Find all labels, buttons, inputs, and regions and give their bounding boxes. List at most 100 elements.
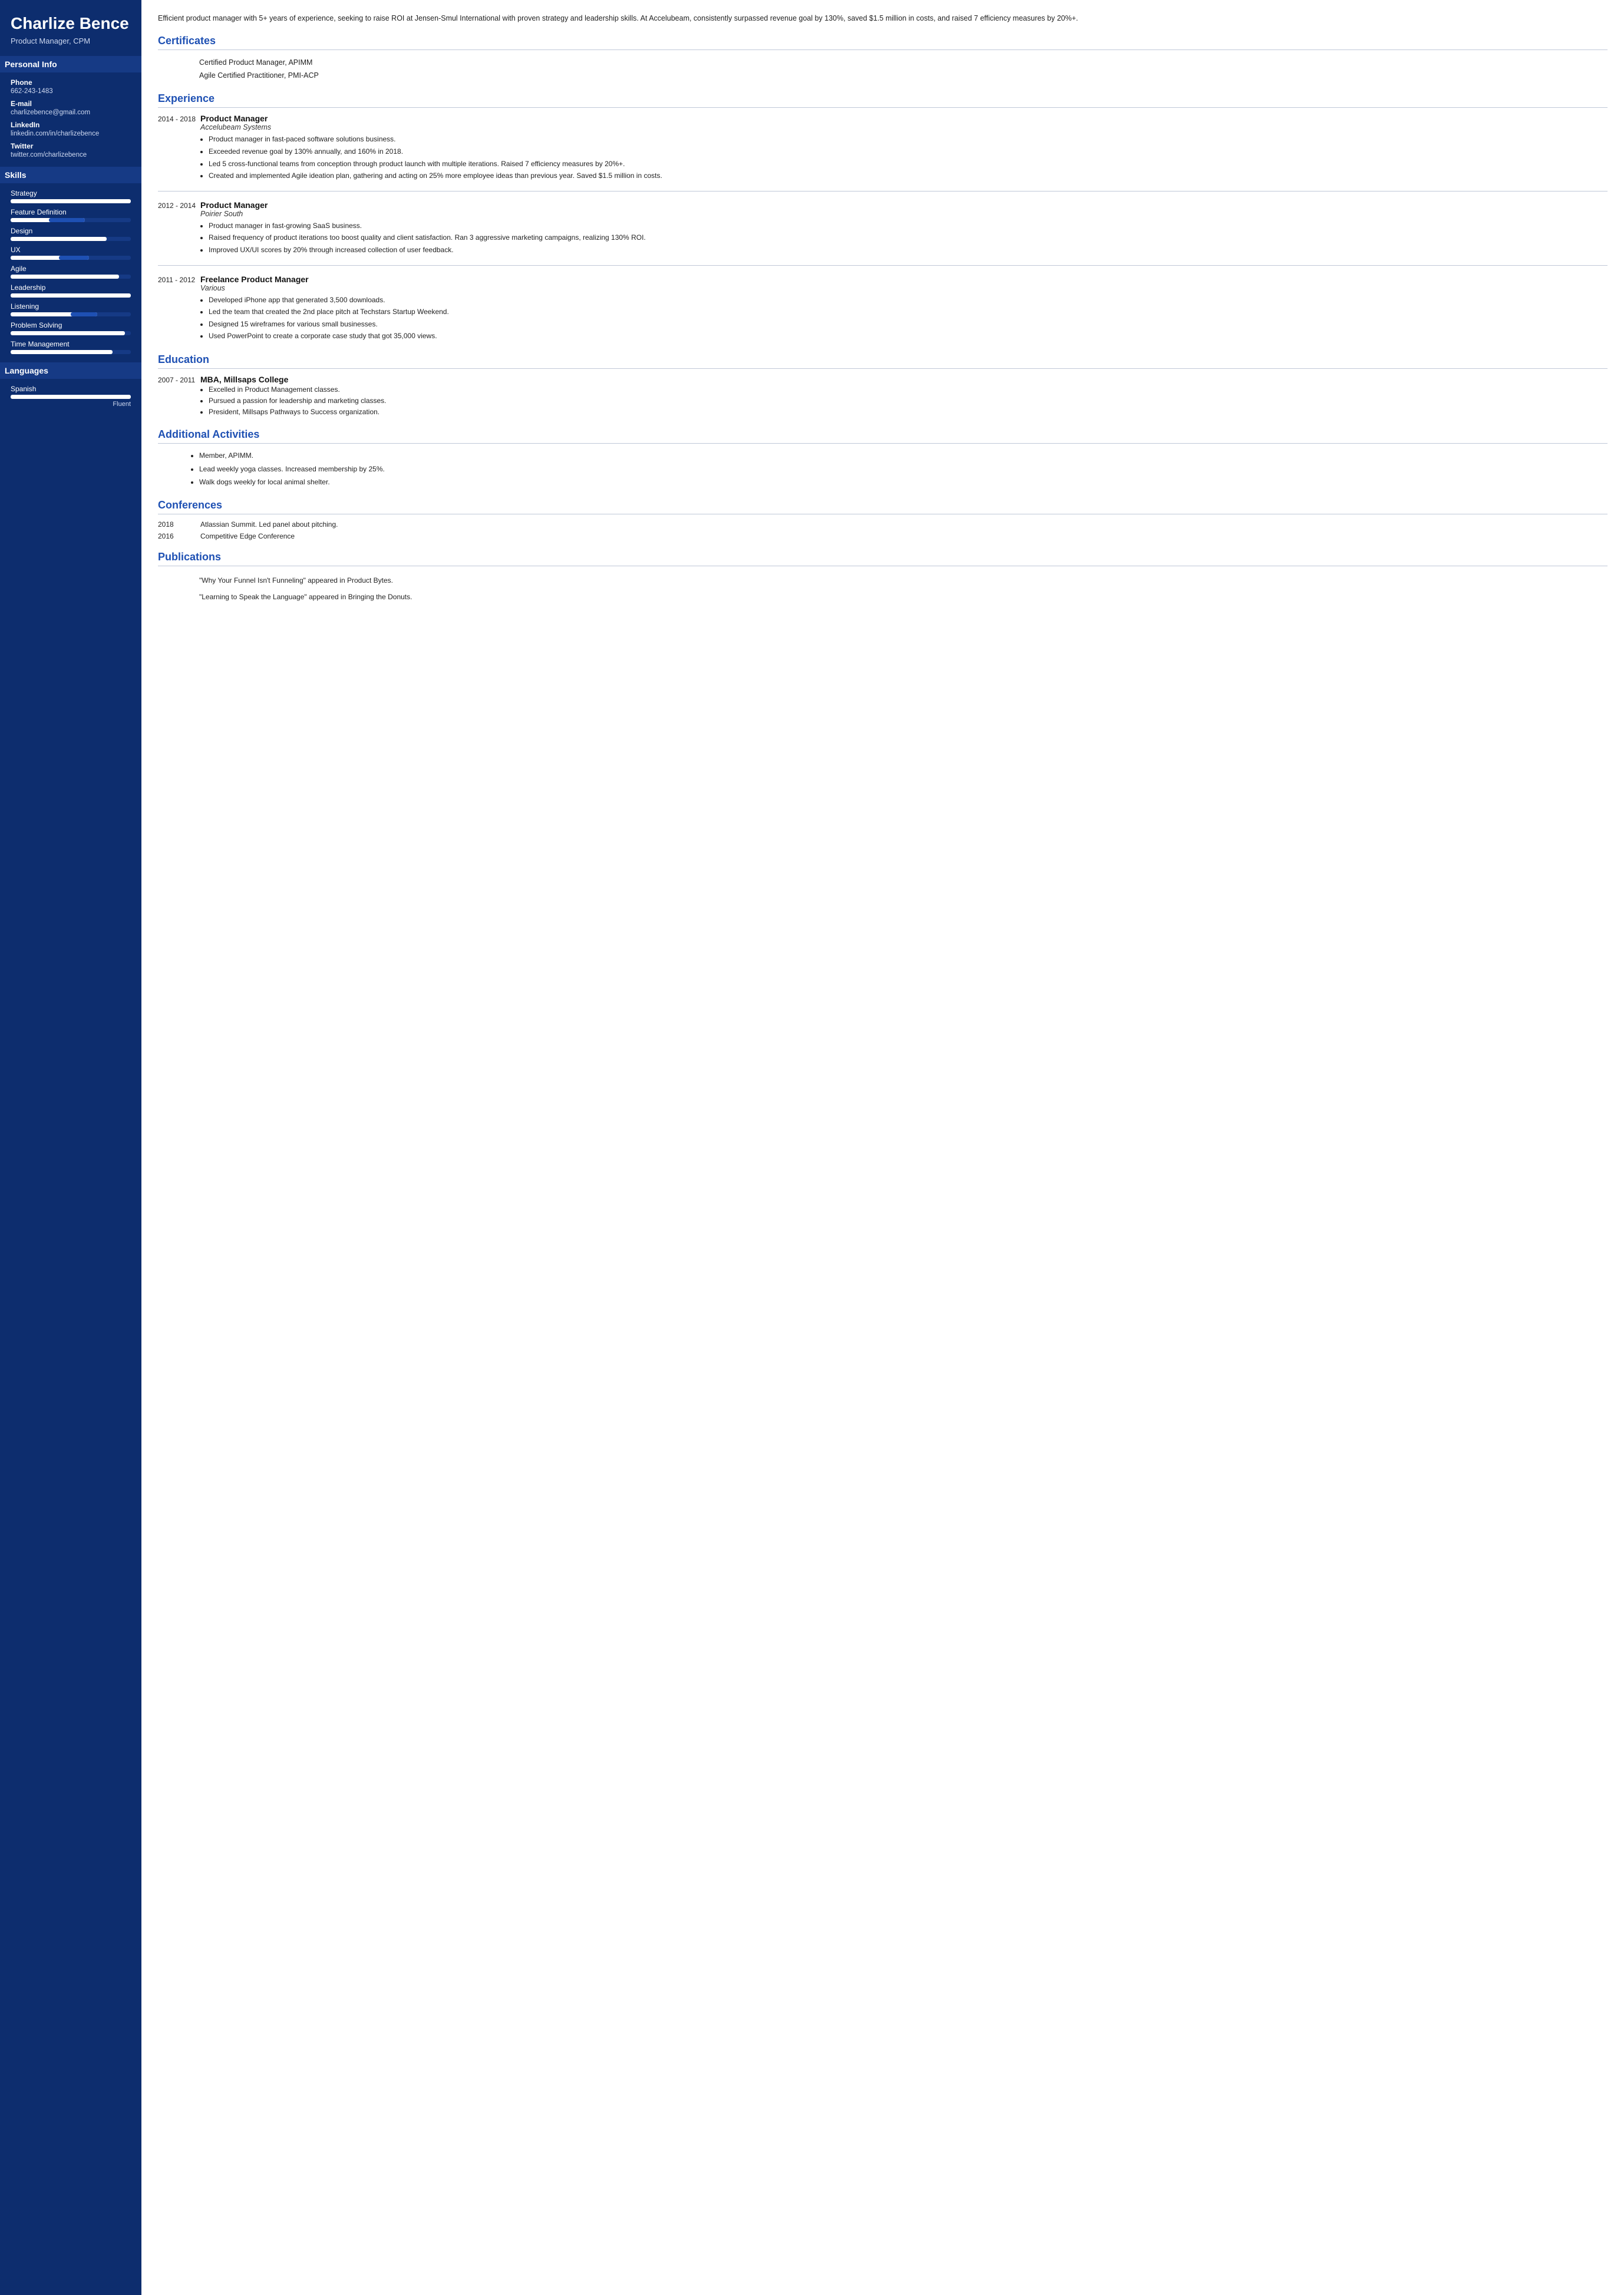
- experience-bullets: Product manager in fast-paced software s…: [200, 134, 1608, 181]
- field-label-e-mail: E-mail: [11, 100, 131, 108]
- language-name: Spanish: [11, 385, 131, 393]
- education-content: MBA, Millsaps CollegeExcelled in Product…: [200, 375, 1608, 418]
- personal-info-header: Personal Info: [0, 56, 141, 72]
- conference-year: 2016: [158, 532, 200, 540]
- experience-bullet: Product manager in fast-paced software s…: [209, 134, 1608, 145]
- experience-dates: 2011 - 2012: [158, 275, 200, 343]
- experience-bullet: Improved UX/UI scores by 20% through inc…: [209, 245, 1608, 256]
- experience-content: Product ManagerPoirier South Product mana…: [200, 200, 1608, 257]
- education-dates: 2007 - 2011: [158, 375, 200, 418]
- skill-name: UX: [11, 246, 131, 254]
- publication-item: "Why Your Funnel Isn't Funneling" appear…: [158, 572, 1608, 589]
- certificate-item: Agile Certified Practitioner, PMI-ACP: [158, 69, 1608, 82]
- experience-content: Freelance Product ManagerVarious Develope…: [200, 275, 1608, 343]
- education-list: 2007 - 2011MBA, Millsaps CollegeExcelled…: [158, 375, 1608, 418]
- experience-bullet: Created and implemented Agile ideation p…: [209, 170, 1608, 181]
- skills-header: Skills: [0, 167, 141, 183]
- experience-bullet: Led the team that created the 2nd place …: [209, 306, 1608, 318]
- experience-bullet: Used PowerPoint to create a corporate ca…: [209, 331, 1608, 342]
- conference-row: 2016Competitive Edge Conference: [158, 532, 1608, 540]
- skill-bar: [11, 218, 131, 222]
- education-title: Education: [158, 354, 1608, 369]
- experience-bullet: Developed iPhone app that generated 3,50…: [209, 295, 1608, 306]
- divider: [158, 265, 1608, 266]
- field-label-linkedin: LinkedIn: [11, 121, 131, 129]
- experience-row: 2011 - 2012Freelance Product ManagerVari…: [158, 275, 1608, 343]
- skill-name: Leadership: [11, 283, 131, 292]
- activity-item: Member, APIMM.: [199, 450, 1608, 461]
- field-value-phone: 662-243-1483: [11, 88, 131, 95]
- field-value-e-mail: charlizebence@gmail.com: [11, 109, 131, 116]
- certificates-title: Certificates: [158, 35, 1608, 50]
- skill-name: Agile: [11, 265, 131, 273]
- main-content: Efficient product manager with 5+ years …: [141, 0, 1624, 2295]
- skill-bar: [11, 350, 131, 354]
- skill-name: Feature Definition: [11, 208, 131, 216]
- certificate-item: Certified Product Manager, APIMM: [158, 56, 1608, 69]
- conference-desc: Atlassian Summit. Led panel about pitchi…: [200, 520, 338, 529]
- languages-list: Spanish Fluent: [11, 385, 131, 408]
- candidate-name: Charlize Bence: [11, 14, 131, 33]
- skill-bar: [11, 199, 131, 203]
- education-bullet: President, Millsaps Pathways to Success …: [209, 407, 1608, 418]
- job-title: Freelance Product Manager: [200, 275, 1608, 284]
- field-value-linkedin: linkedin.com/in/charlizebence: [11, 130, 131, 137]
- education-bullet: Excelled in Product Management classes.: [209, 384, 1608, 395]
- experience-bullet: Product manager in fast-growing SaaS bus…: [209, 220, 1608, 232]
- languages-header: Languages: [0, 362, 141, 379]
- field-label-phone: Phone: [11, 78, 131, 87]
- education-bullet: Pursued a passion for leadership and mar…: [209, 395, 1608, 407]
- conference-row: 2018Atlassian Summit. Led panel about pi…: [158, 520, 1608, 529]
- skill-bar: [11, 331, 131, 335]
- experience-bullet: Raised frequency of product iterations t…: [209, 232, 1608, 243]
- publications-title: Publications: [158, 551, 1608, 566]
- company-name: Poirier South: [200, 210, 1608, 218]
- experience-bullet: Exceeded revenue goal by 130% annually, …: [209, 146, 1608, 157]
- experience-dates: 2012 - 2014: [158, 200, 200, 257]
- activity-item: Walk dogs weekly for local animal shelte…: [199, 476, 1608, 488]
- experience-bullet: Designed 15 wireframes for various small…: [209, 319, 1608, 330]
- conference-desc: Competitive Edge Conference: [200, 532, 295, 540]
- summary-text: Efficient product manager with 5+ years …: [158, 13, 1608, 24]
- experience-list: 2014 - 2018 Product Manager Accelubeam Sys…: [158, 114, 1608, 343]
- job-title: Product Manager: [200, 200, 1608, 210]
- field-value-twitter: twitter.com/charlizebence: [11, 151, 131, 158]
- language-bar: [11, 395, 131, 399]
- skill-bar: [11, 293, 131, 298]
- activities-list: Member, APIMM. Lead weekly yoga classes. …: [158, 450, 1608, 488]
- conferences-title: Conferences: [158, 499, 1608, 514]
- degree-title: MBA, Millsaps College: [200, 375, 1608, 384]
- experience-bullets: Developed iPhone app that generated 3,50…: [200, 295, 1608, 342]
- experience-bullet: Led 5 cross-functional teams from concep…: [209, 158, 1608, 170]
- candidate-title: Product Manager, CPM: [11, 37, 131, 45]
- skill-bar: [11, 237, 131, 241]
- skill-name: Listening: [11, 302, 131, 311]
- conferences-list: 2018Atlassian Summit. Led panel about pi…: [158, 520, 1608, 540]
- activities-title: Additional Activities: [158, 428, 1608, 444]
- activity-item: Lead weekly yoga classes. Increased memb…: [199, 463, 1608, 475]
- skill-name: Strategy: [11, 189, 131, 197]
- publications-list: "Why Your Funnel Isn't Funneling" appear…: [158, 572, 1608, 605]
- conference-year: 2018: [158, 520, 200, 529]
- company-name: Accelubeam Systems: [200, 123, 1608, 131]
- experience-row: 2014 - 2018Product ManagerAccelubeam Sys…: [158, 114, 1608, 182]
- education-row: 2007 - 2011MBA, Millsaps CollegeExcelled…: [158, 375, 1608, 418]
- field-label-twitter: Twitter: [11, 142, 131, 150]
- publication-item: "Learning to Speak the Language" appeare…: [158, 589, 1608, 605]
- skill-bar: [11, 256, 131, 260]
- education-bullets: Excelled in Product Management classes.P…: [200, 384, 1608, 418]
- company-name: Various: [200, 284, 1608, 292]
- skill-name: Design: [11, 227, 131, 235]
- experience-bullets: Product manager in fast-growing SaaS bus…: [200, 220, 1608, 256]
- skill-name: Problem Solving: [11, 321, 131, 329]
- language-level: Fluent: [11, 401, 131, 408]
- experience-title: Experience: [158, 93, 1608, 108]
- experience-row: 2012 - 2014Product ManagerPoirier SouthP…: [158, 200, 1608, 257]
- skills-list: Strategy Feature Definition Design UX Agile L…: [11, 189, 131, 354]
- experience-dates: 2014 - 2018: [158, 114, 200, 182]
- skill-bar: [11, 275, 131, 279]
- skill-bar: [11, 312, 131, 316]
- sidebar: Charlize Bence Product Manager, CPM Pers…: [0, 0, 141, 2295]
- skill-name: Time Management: [11, 340, 131, 348]
- certificates-list: Certified Product Manager, APIMMAgile Ce…: [158, 56, 1608, 82]
